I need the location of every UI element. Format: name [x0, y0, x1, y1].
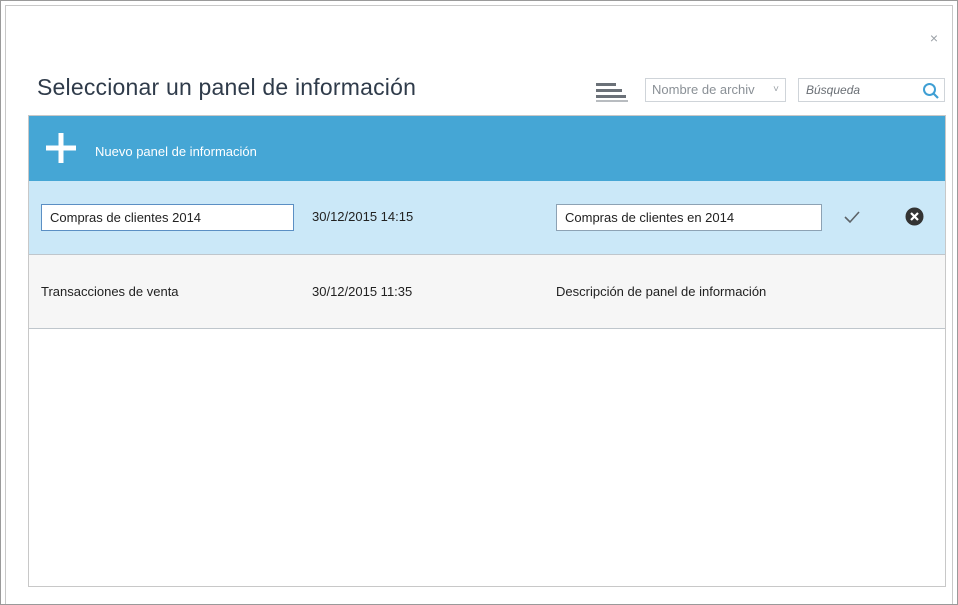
- dashboard-date: 30/12/2015 14:15: [312, 209, 414, 224]
- search-placeholder: Búsqueda: [806, 83, 861, 97]
- chevron-down-icon: ˅: [773, 84, 779, 95]
- search-icon[interactable]: [922, 82, 940, 100]
- dashboard-description-field[interactable]: [556, 204, 822, 231]
- new-dashboard-label: Nuevo panel de información: [95, 144, 257, 159]
- check-icon[interactable]: [843, 208, 861, 226]
- search-box[interactable]: Búsqueda: [798, 78, 945, 102]
- list-item[interactable]: Transacciones de venta 30/12/2015 11:35 …: [29, 255, 945, 329]
- dashboard-name: Transacciones de venta: [41, 284, 179, 299]
- dashboard-date: 30/12/2015 11:35: [312, 284, 413, 299]
- new-dashboard-button[interactable]: Nuevo panel de información: [29, 116, 945, 181]
- cancel-circle-icon[interactable]: [905, 207, 924, 226]
- sort-field-select[interactable]: Nombre de archiv ˅: [645, 78, 786, 102]
- sort-icon[interactable]: [596, 82, 628, 102]
- plus-icon: [46, 133, 76, 163]
- dashboard-name-field[interactable]: [41, 204, 294, 231]
- close-icon[interactable]: ×: [926, 30, 942, 46]
- list-item[interactable]: 30/12/2015 14:15: [29, 181, 945, 255]
- dialog-title: Seleccionar un panel de información: [37, 74, 417, 100]
- dashboard-list: Nuevo panel de información 30/12/2015 14…: [28, 115, 946, 587]
- dashboard-description: Descripción de panel de información: [556, 284, 767, 299]
- sort-field-value: Nombre de archiv: [652, 82, 755, 97]
